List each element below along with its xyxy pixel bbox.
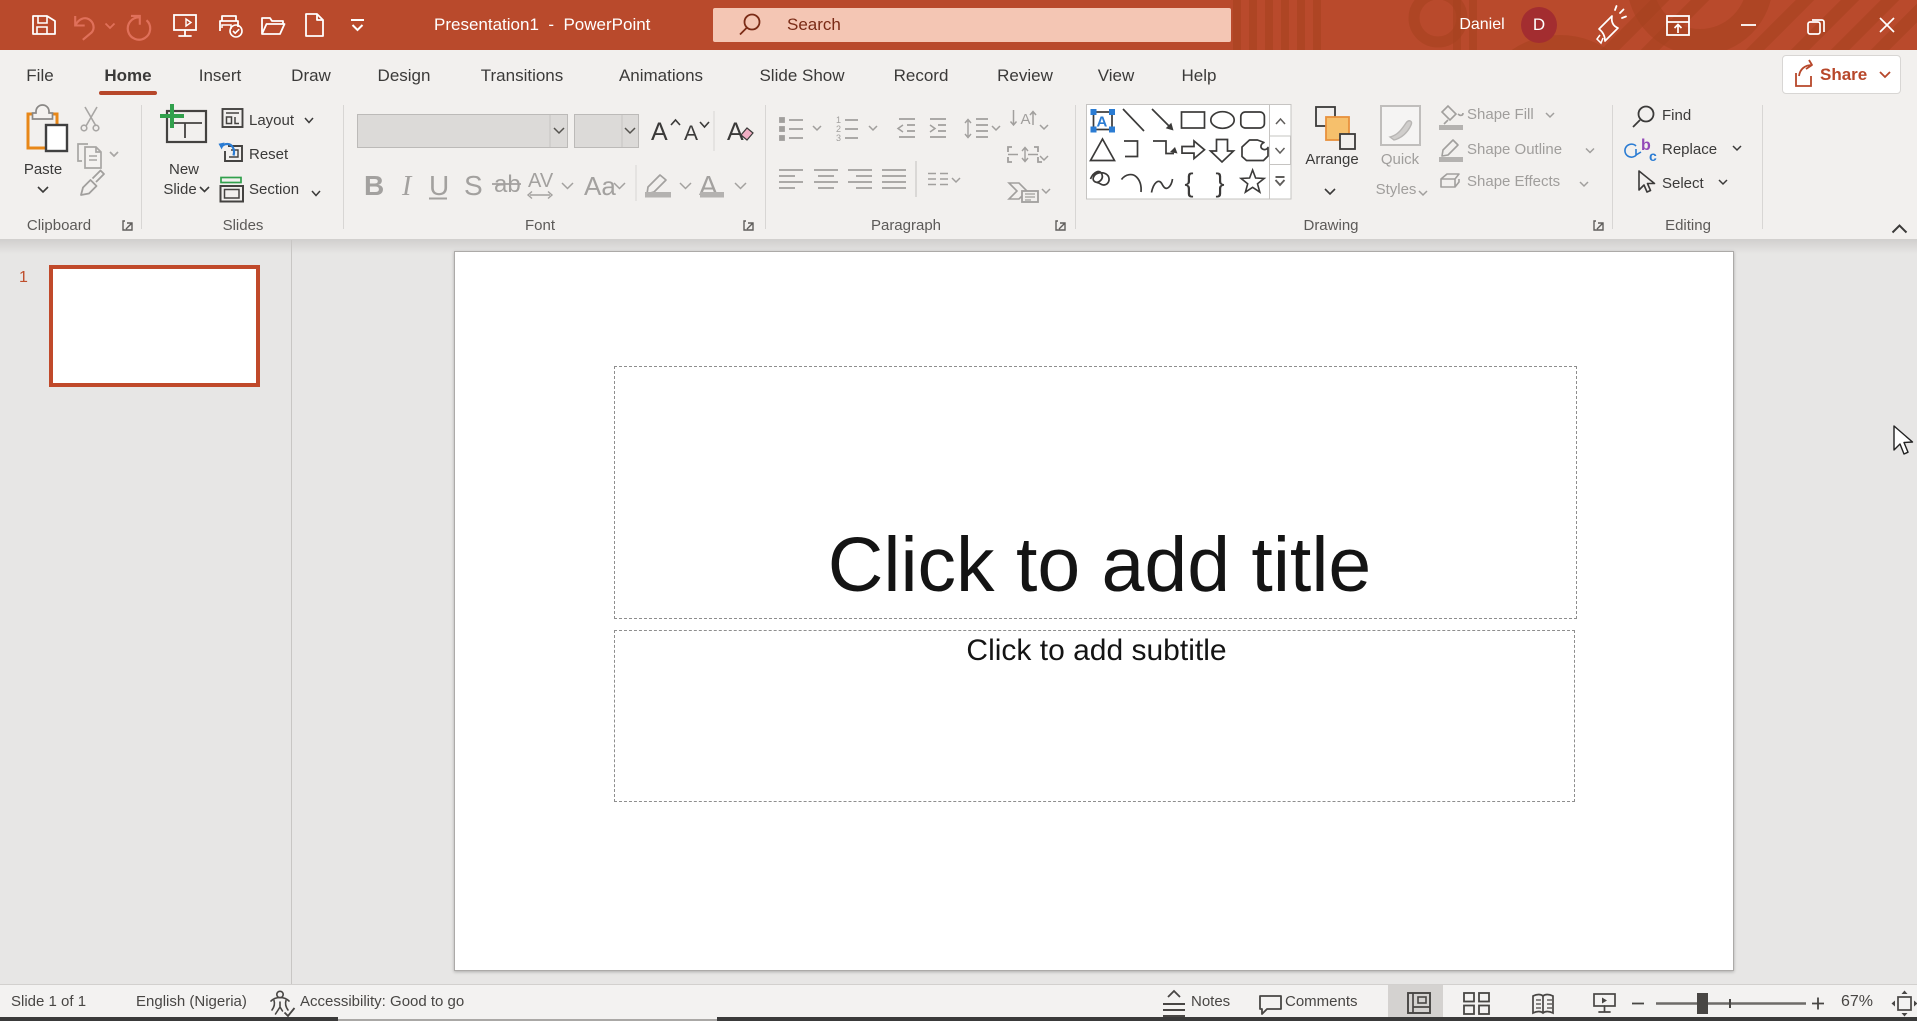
svg-text:AV: AV <box>528 170 554 192</box>
svg-text:I: I <box>401 171 413 202</box>
svg-text:A: A <box>1097 114 1108 131</box>
svg-text:A: A <box>651 118 668 146</box>
svg-text:3: 3 <box>836 133 841 143</box>
svg-text:A: A <box>1021 111 1031 128</box>
svg-text:c: c <box>1649 148 1657 164</box>
svg-text:B: B <box>364 170 384 201</box>
svg-text:A: A <box>684 122 698 145</box>
svg-text:Aa: Aa <box>584 171 616 201</box>
svg-text:{: { <box>1185 168 1194 198</box>
svg-text:A: A <box>727 118 744 146</box>
svg-text:S: S <box>464 170 483 201</box>
svg-text:}: } <box>1216 168 1225 198</box>
svg-text:U: U <box>429 170 449 201</box>
